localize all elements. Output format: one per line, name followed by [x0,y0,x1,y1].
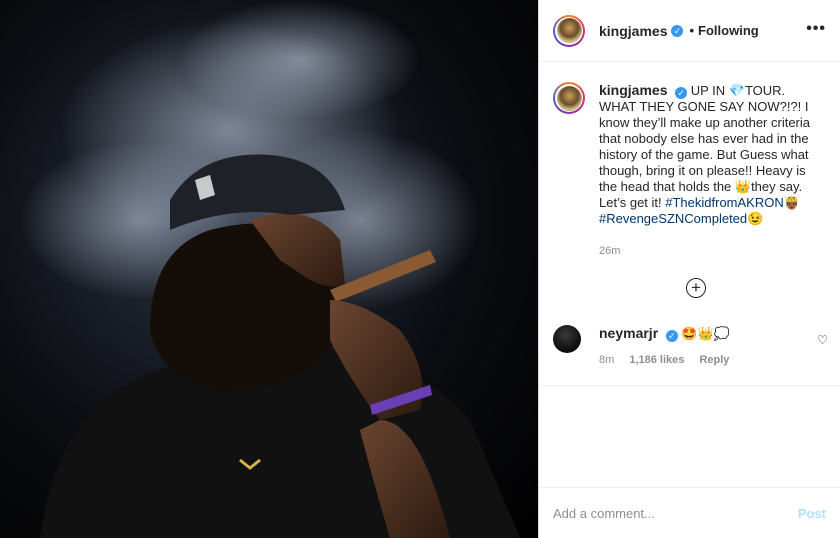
post-photo[interactable] [0,0,538,538]
post-side-panel: kingjames ✓ • Following ••• kingjames ✓ … [538,0,840,538]
caption-timestamp[interactable]: 26m [599,243,815,259]
caption-body: kingjames ✓ UP IN 💎TOUR. WHAT THEY GONE … [599,82,815,259]
caption-emoji: 🤴🏾 [783,195,800,210]
caption-verified-badge-icon: ✓ [675,87,688,99]
header-separator: • [689,23,695,38]
comment-body: neymarjr ✓ 🤩👑💭 8m 1,186 likes Reply [599,325,741,366]
caption-text: UP IN 💎TOUR. WHAT THEY GONE SAY NOW?!?! … [599,83,810,210]
comment-text: 🤩👑💭 [681,326,730,341]
author-avatar[interactable] [553,14,585,47]
comment-input-bar: Add a comment... Post [539,487,840,538]
caption-avatar[interactable] [553,82,585,114]
post-header: kingjames ✓ • Following ••• [539,0,840,62]
comment-meta: 8m 1,186 likes Reply [599,354,741,366]
hashtag-link[interactable]: #RevengeSZNCompleted [599,211,747,226]
load-more-comments-icon[interactable]: + [686,278,706,298]
following-button[interactable]: Following [698,23,759,38]
verified-badge-icon: ✓ [671,24,684,37]
caption-username[interactable]: kingjames [599,82,667,98]
comment-username[interactable]: neymarjr [599,325,658,341]
comment-like-heart-icon[interactable]: ♡ [817,333,828,347]
caption-text-block: kingjames ✓ UP IN 💎TOUR. WHAT THEY GONE … [599,82,815,227]
hashtag-link[interactable]: #ThekidfromAKRON [665,195,783,210]
comment-input[interactable]: Add a comment... [553,506,798,521]
comment-item: neymarjr ✓ 🤩👑💭 8m 1,186 likes Reply [553,325,829,366]
post-comment-button[interactable]: Post [798,506,826,521]
post-caption: kingjames ✓ UP IN 💎TOUR. WHAT THEY GONE … [539,62,840,259]
post-photo-illustration [20,0,520,538]
comment-timestamp[interactable]: 8m [599,354,614,366]
caption-emoji: 😉 [747,211,764,226]
commenter-avatar[interactable] [553,325,581,353]
comment-verified-badge-icon: ✓ [665,330,678,342]
author-username[interactable]: kingjames [599,23,667,39]
comment-line: neymarjr ✓ 🤩👑💭 [599,325,741,342]
more-options-icon[interactable]: ••• [806,20,826,38]
comment-reply-button[interactable]: Reply [699,354,729,366]
comments-divider [539,385,840,386]
comment-likes[interactable]: 1,186 likes [629,354,684,366]
instagram-post-modal: kingjames ✓ • Following ••• kingjames ✓ … [0,0,840,538]
